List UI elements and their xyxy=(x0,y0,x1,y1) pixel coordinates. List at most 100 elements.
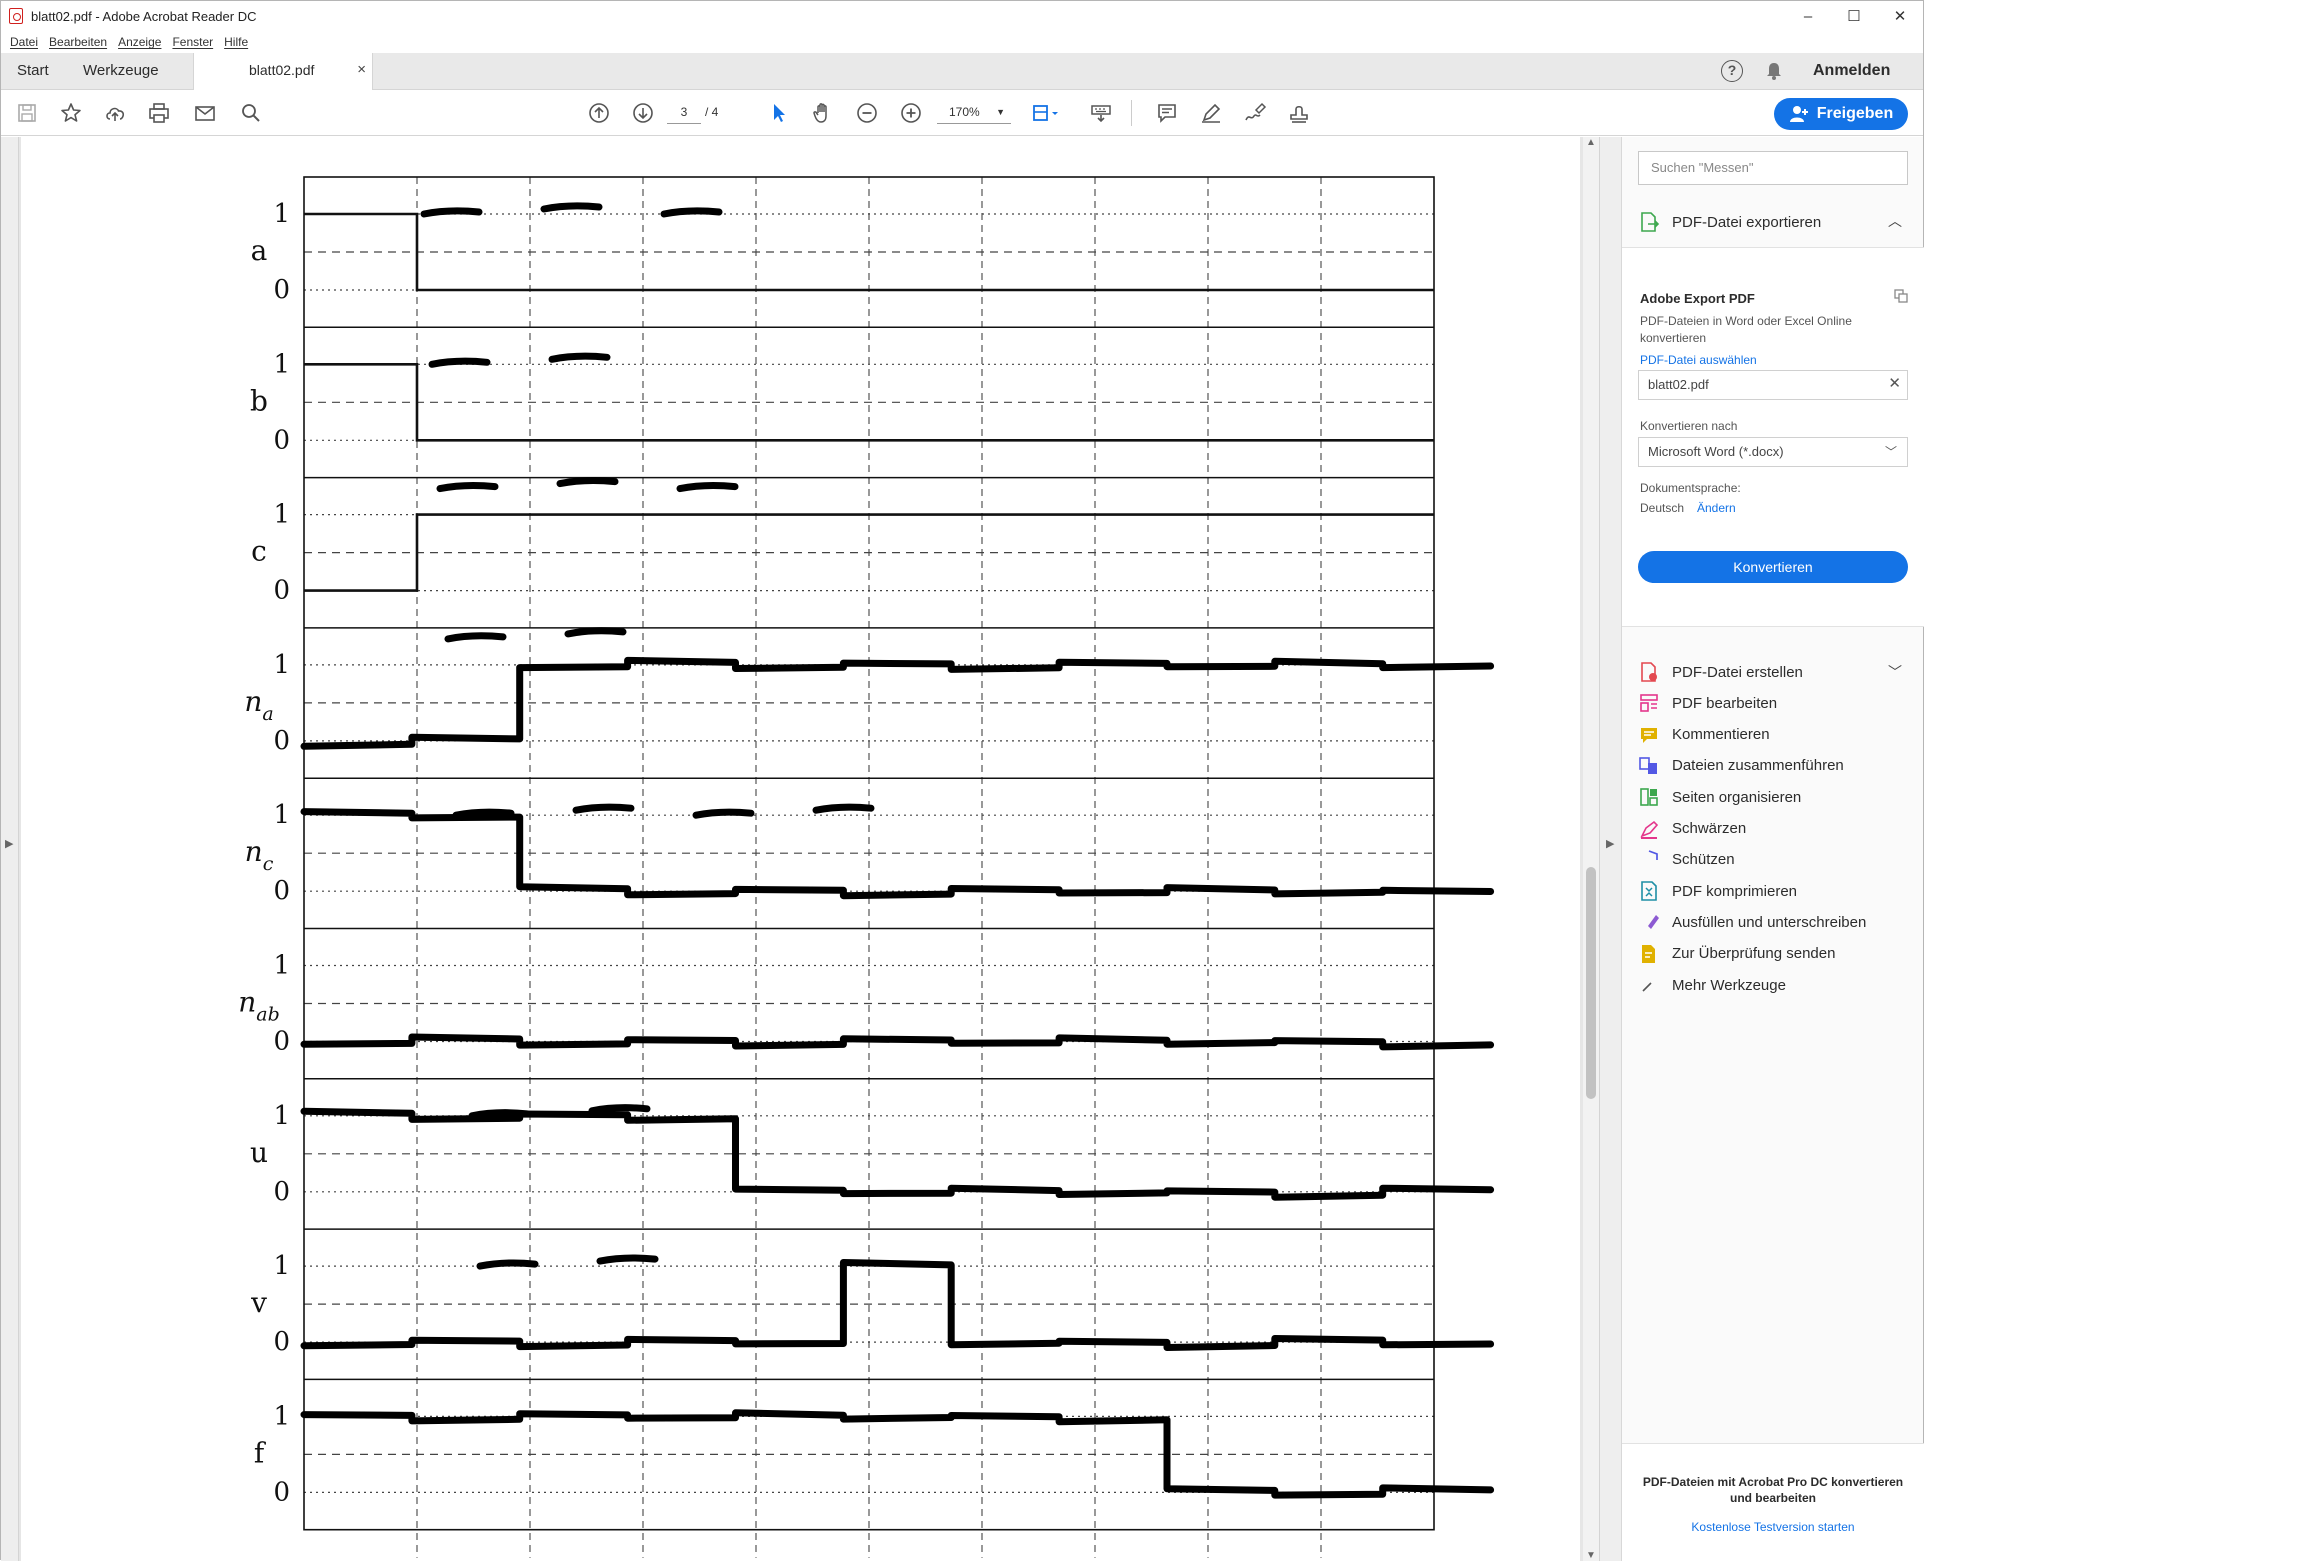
select-cursor-icon[interactable] xyxy=(767,101,791,125)
page-fit-icon[interactable] xyxy=(1031,101,1058,125)
tool-combine[interactable]: Dateien zusammenführen xyxy=(1638,751,1908,781)
scroll-down-icon[interactable]: ▼ xyxy=(1586,1550,1596,1561)
menu-datei[interactable]: Datei xyxy=(10,35,38,49)
tool-edit-pdf[interactable]: PDF bearbeiten xyxy=(1638,688,1908,718)
tool-redact[interactable]: Schwärzen xyxy=(1638,814,1908,844)
promo-panel: PDF-Dateien mit Acrobat Pro DC konvertie… xyxy=(1622,1443,1924,1561)
tool-shield[interactable]: Schützen xyxy=(1638,845,1908,875)
pdf-page[interactable]: 10a10b10c10na10nc10nab10u10v10f1τ2τ3τ4τ5… xyxy=(21,137,1580,1561)
select-pdf-link[interactable]: PDF-Datei auswählen xyxy=(1640,353,1757,367)
tab-document[interactable]: blatt02.pdf × xyxy=(193,53,373,90)
vertical-scrollbar[interactable]: ▲ ▼ xyxy=(1583,137,1599,1561)
hand-icon[interactable] xyxy=(811,101,835,125)
organize-icon xyxy=(1638,786,1660,808)
tool-compress[interactable]: PDF komprimieren xyxy=(1638,876,1908,906)
tab-tools[interactable]: Werkzeuge xyxy=(83,62,159,79)
tool-comment[interactable]: Kommentieren xyxy=(1638,720,1908,750)
tool-more-tools[interactable]: Mehr Werkzeuge xyxy=(1638,970,1908,1000)
mail-icon[interactable] xyxy=(193,101,217,125)
convert-format-select[interactable]: Microsoft Word (*.docx) ﹀ xyxy=(1638,437,1908,467)
export-title: Adobe Export PDF xyxy=(1640,291,1755,306)
scroll-up-icon[interactable]: ▲ xyxy=(1586,137,1596,148)
export-description: PDF-Dateien in Word oder Excel Online ko… xyxy=(1640,314,1852,345)
copy-icon[interactable] xyxy=(1893,288,1909,309)
zoom-select[interactable]: 170% ▼ xyxy=(937,100,1011,124)
handwritten-dash-stroke xyxy=(476,1259,539,1270)
cloud-upload-icon[interactable] xyxy=(103,101,127,125)
print-icon[interactable] xyxy=(147,101,171,125)
toolbar-separator xyxy=(1131,100,1132,126)
left-pane-toggle[interactable]: ▶ xyxy=(1,137,19,1561)
minimize-button[interactable]: – xyxy=(1785,1,1831,31)
chevron-down-icon: ﹀ xyxy=(1884,445,1897,459)
handwritten-dash-stroke xyxy=(556,476,619,488)
tools-search-input[interactable]: Suchen "Messen" xyxy=(1638,151,1908,185)
selected-file-field[interactable]: blatt02.pdf ✕ xyxy=(1638,370,1908,400)
keyboard-icon[interactable] xyxy=(1089,101,1113,125)
export-pdf-header[interactable]: PDF-Datei exportieren ︿ xyxy=(1638,207,1908,237)
save-icon[interactable] xyxy=(15,101,39,125)
convert-to-label: Konvertieren nach xyxy=(1640,419,1738,433)
scrollbar-thumb[interactable] xyxy=(1586,867,1596,1099)
tab-start[interactable]: Start xyxy=(17,62,49,79)
close-window-button[interactable]: ✕ xyxy=(1877,1,1923,31)
document-language-value: Deutsch xyxy=(1640,501,1685,515)
send-review-icon xyxy=(1638,943,1660,965)
title-bar: blatt02.pdf - Adobe Acrobat Reader DC – … xyxy=(1,1,1923,31)
tool-send-review[interactable]: Zur Überprüfung senden xyxy=(1638,939,1908,969)
add-user-icon xyxy=(1789,106,1808,122)
chevron-down-icon: ﹀ xyxy=(1888,664,1902,680)
handwritten-dash-stroke xyxy=(444,632,507,643)
page-down-icon[interactable] xyxy=(631,101,655,125)
clear-file-icon[interactable]: ✕ xyxy=(1888,370,1901,398)
signin-button[interactable]: Anmelden xyxy=(1813,62,1890,80)
shield-icon xyxy=(1638,849,1660,871)
menu-bearbeiten[interactable]: Bearbeiten xyxy=(49,35,107,49)
zoom-out-icon[interactable] xyxy=(855,101,879,125)
pen-icon[interactable] xyxy=(1199,101,1223,125)
maximize-button[interactable]: ☐ xyxy=(1831,1,1877,31)
tool-organize[interactable]: Seiten organisieren xyxy=(1638,782,1908,812)
page-up-icon[interactable] xyxy=(587,101,611,125)
bell-icon[interactable] xyxy=(1763,60,1785,82)
tool-create-pdf[interactable]: PDF-Datei erstellen ﹀ xyxy=(1638,657,1908,687)
signal-name-label: u xyxy=(250,1136,268,1169)
level-1-label: 1 xyxy=(273,951,290,981)
more-tools-icon xyxy=(1638,974,1660,996)
handwritten-dash-stroke xyxy=(468,1109,531,1120)
tool-label: Schützen xyxy=(1672,851,1735,869)
handwritten-dash-stroke xyxy=(540,202,603,213)
convert-format-value: Microsoft Word (*.docx) xyxy=(1648,444,1784,459)
zoom-in-icon[interactable] xyxy=(899,101,923,125)
free-trial-link[interactable]: Kostenlose Testversion starten xyxy=(1632,1520,1914,1534)
chevron-down-icon: ▼ xyxy=(996,107,1005,117)
menu-anzeige[interactable]: Anzeige xyxy=(118,35,161,49)
convert-button[interactable]: Konvertieren xyxy=(1638,551,1908,583)
tool-fill-sign[interactable]: Ausfüllen und unterschreiben xyxy=(1638,907,1908,937)
close-tab-button[interactable]: × xyxy=(357,61,366,78)
page-number-input[interactable]: 3 xyxy=(667,100,701,124)
level-0-label: 0 xyxy=(273,576,290,606)
help-icon[interactable]: ? xyxy=(1721,60,1743,82)
share-button[interactable]: Freigeben xyxy=(1774,98,1908,130)
comment-icon[interactable] xyxy=(1155,101,1179,125)
sign-icon[interactable] xyxy=(1243,101,1267,125)
fill-sign-icon xyxy=(1638,911,1660,933)
zoom-value: 170% xyxy=(949,105,980,119)
level-1-label: 1 xyxy=(273,500,290,530)
menu-hilfe[interactable]: Hilfe xyxy=(224,35,248,49)
handwritten-dash-stroke xyxy=(812,803,875,814)
export-pdf-header-label: PDF-Datei exportieren xyxy=(1672,213,1822,231)
handwritten-waveform-v xyxy=(300,1259,1495,1351)
document-area: ▶ 10a10b10c10na10nc10nab10u10v10f1τ2τ3τ4… xyxy=(1,137,1621,1561)
right-pane-toggle[interactable]: ▶ xyxy=(1599,137,1621,1561)
star-icon[interactable] xyxy=(59,101,83,125)
stamp-icon[interactable] xyxy=(1287,101,1311,125)
menu-bar: Datei Bearbeiten Anzeige Fenster Hilfe xyxy=(1,31,1923,53)
combine-icon xyxy=(1638,755,1660,777)
menu-fenster[interactable]: Fenster xyxy=(172,35,213,49)
signal-name-label: v xyxy=(250,1286,267,1319)
change-language-link[interactable]: Ändern xyxy=(1697,501,1736,515)
search-icon[interactable] xyxy=(239,101,263,125)
level-0-label: 0 xyxy=(273,1027,290,1057)
